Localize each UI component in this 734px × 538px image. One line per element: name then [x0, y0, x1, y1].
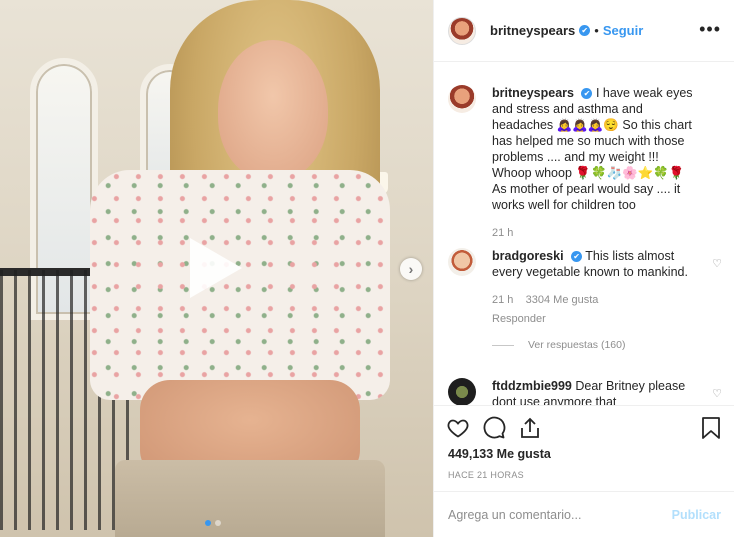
comment-time[interactable]: 21 h — [492, 294, 513, 306]
avatar[interactable] — [448, 378, 476, 405]
carousel-indicator — [205, 520, 221, 526]
chevron-right-icon: › — [408, 261, 414, 277]
view-replies-button[interactable]: Ver respuestas (160) — [492, 337, 700, 353]
comment-text: I have weak eyes and stress and asthma a… — [492, 86, 693, 212]
action-icons — [446, 416, 542, 440]
verified-icon: ✔ — [579, 25, 591, 36]
divider — [492, 344, 514, 346]
next-media-button[interactable]: › — [400, 258, 422, 280]
like-count[interactable]: 449,133 Me gusta — [448, 447, 551, 461]
comment-body: ftddzmbie999 Dear Britney please dont us… — [492, 378, 700, 405]
heart-icon[interactable]: ♡ — [711, 388, 723, 400]
share-icon[interactable] — [518, 416, 542, 440]
verified-icon: ✔ — [581, 88, 593, 100]
reply-button[interactable]: Responder — [492, 311, 700, 327]
avatar[interactable] — [448, 248, 476, 276]
more-options-icon[interactable]: ••• — [699, 20, 721, 38]
comment-username[interactable]: ftddzmbie999 — [492, 379, 572, 393]
face — [218, 40, 328, 180]
post-media[interactable]: › — [0, 0, 433, 537]
comments-list[interactable]: britneyspears ✔ I have weak eyes and str… — [434, 63, 734, 405]
avatar[interactable] — [448, 85, 476, 113]
separator: • — [594, 23, 599, 38]
follow-button[interactable]: Seguir — [603, 23, 643, 38]
carousel-dot — [205, 520, 211, 526]
comment-body: bradgoreski ✔ This lists almost every ve… — [492, 248, 700, 353]
add-comment-bar: Publicar — [434, 491, 734, 538]
view-replies-label: Ver respuestas (160) — [528, 339, 626, 351]
play-icon[interactable] — [190, 238, 242, 298]
bookmark-icon[interactable] — [699, 416, 723, 440]
comment-body: britneyspears ✔ I have weak eyes and str… — [492, 85, 700, 241]
post-panel: britneyspears ✔ • Seguir ••• britneyspea… — [433, 0, 734, 537]
jeans — [115, 460, 385, 537]
publish-button[interactable]: Publicar — [672, 508, 721, 522]
comment-likes[interactable]: 3304 Me gusta — [526, 294, 599, 306]
avatar[interactable] — [448, 16, 476, 45]
verified-icon: ✔ — [571, 251, 583, 263]
heart-icon[interactable]: ♡ — [711, 258, 723, 270]
post-actions: 449,133 Me gusta HACE 21 HORAS Publicar — [434, 405, 734, 537]
comment-icon[interactable] — [482, 416, 506, 440]
heart-icon[interactable] — [446, 416, 470, 440]
post-header: britneyspears ✔ • Seguir ••• — [434, 0, 734, 62]
comment-input[interactable] — [448, 508, 648, 522]
comment-time[interactable]: 21 h — [492, 225, 700, 241]
carousel-dot — [215, 520, 221, 526]
comment-username[interactable]: britneyspears — [492, 86, 574, 100]
post-timestamp[interactable]: HACE 21 HORAS — [448, 470, 524, 480]
comment-username[interactable]: bradgoreski — [492, 249, 564, 263]
username-link[interactable]: britneyspears — [490, 23, 575, 38]
comment-meta: 21 h 3304 Me gusta — [492, 292, 700, 308]
